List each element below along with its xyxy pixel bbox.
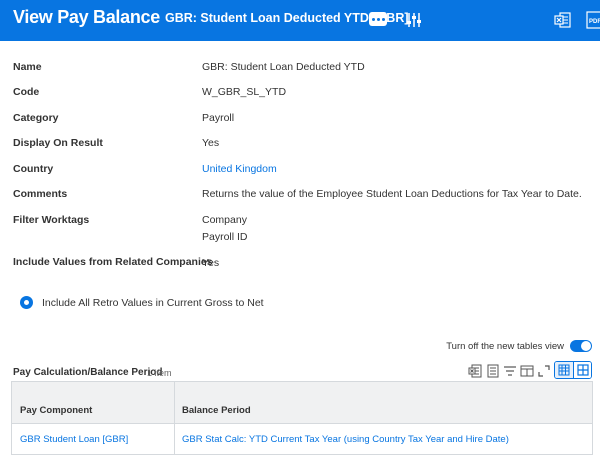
table-view-icon[interactable] <box>573 362 591 378</box>
filter-worktag-company: Company <box>202 214 247 226</box>
country-label: Country <box>13 163 54 175</box>
export-excel-icon[interactable] <box>467 363 483 379</box>
retro-values-label: Include All Retro Values in Current Gros… <box>42 296 264 309</box>
tables-view-toggle-row: Turn off the new tables view <box>446 340 592 352</box>
table-cell: GBR Student Loan [GBR] <box>12 424 175 454</box>
radio-selected-icon[interactable] <box>20 296 33 309</box>
code-label: Code <box>13 86 40 98</box>
page-header: View Pay Balance GBR: Student Loan Deduc… <box>0 0 600 41</box>
more-options-icon[interactable] <box>369 12 387 26</box>
display-on-result-value: Yes <box>202 137 220 149</box>
table-title: Pay Calculation/Balance Period <box>13 367 163 378</box>
name-value: GBR: Student Loan Deducted YTD <box>202 61 365 73</box>
grid-view-icon[interactable] <box>555 362 573 378</box>
view-mode-toggle <box>554 361 592 379</box>
tables-view-toggle-label: Turn off the new tables view <box>446 340 564 352</box>
export-pdf-icon[interactable]: PDF <box>585 9 600 31</box>
tables-view-toggle[interactable] <box>570 340 592 352</box>
table-header-row: Pay Component Balance Period <box>12 382 592 424</box>
filter-worktag-payroll-id: Payroll ID <box>202 231 248 243</box>
table-row: GBR Student Loan [GBR] GBR Stat Calc: YT… <box>12 424 592 454</box>
svg-text:PDF: PDF <box>589 19 600 25</box>
filter-icon[interactable] <box>502 363 518 379</box>
country-link[interactable]: United Kingdom <box>202 163 277 175</box>
comments-label: Comments <box>13 188 68 200</box>
column-header-balance-period[interactable]: Balance Period <box>175 382 592 423</box>
export-pdf-icon[interactable] <box>485 363 501 379</box>
category-value: Payroll <box>202 112 235 124</box>
related-companies-value: Yes <box>202 257 220 269</box>
related-companies-label: Include Values from Related Companies <box>13 256 213 268</box>
pay-component-link[interactable]: GBR Student Loan [GBR] <box>20 434 128 445</box>
retro-values-option[interactable]: Include All Retro Values in Current Gros… <box>20 296 264 309</box>
filter-worktags-label: Filter Worktags <box>13 214 90 226</box>
item-count: 1 item <box>147 368 172 378</box>
category-label: Category <box>13 112 59 124</box>
related-actions-icon[interactable] <box>403 9 425 31</box>
fullscreen-icon[interactable] <box>536 363 552 379</box>
code-value: W_GBR_SL_YTD <box>202 86 287 98</box>
balance-period-link[interactable]: GBR Stat Calc: YTD Current Tax Year (usi… <box>182 434 509 445</box>
comments-value: Returns the value of the Employee Studen… <box>202 188 582 200</box>
name-label: Name <box>13 61 42 73</box>
page-title: View Pay Balance <box>13 7 160 27</box>
columns-icon[interactable] <box>519 363 535 379</box>
pay-calculation-table: Pay Component Balance Period GBR Student… <box>11 381 593 455</box>
display-on-result-label: Display On Result <box>13 137 103 149</box>
export-excel-icon[interactable] <box>552 9 574 31</box>
column-header-pay-component[interactable]: Pay Component <box>12 382 175 423</box>
table-cell: GBR Stat Calc: YTD Current Tax Year (usi… <box>175 424 592 454</box>
